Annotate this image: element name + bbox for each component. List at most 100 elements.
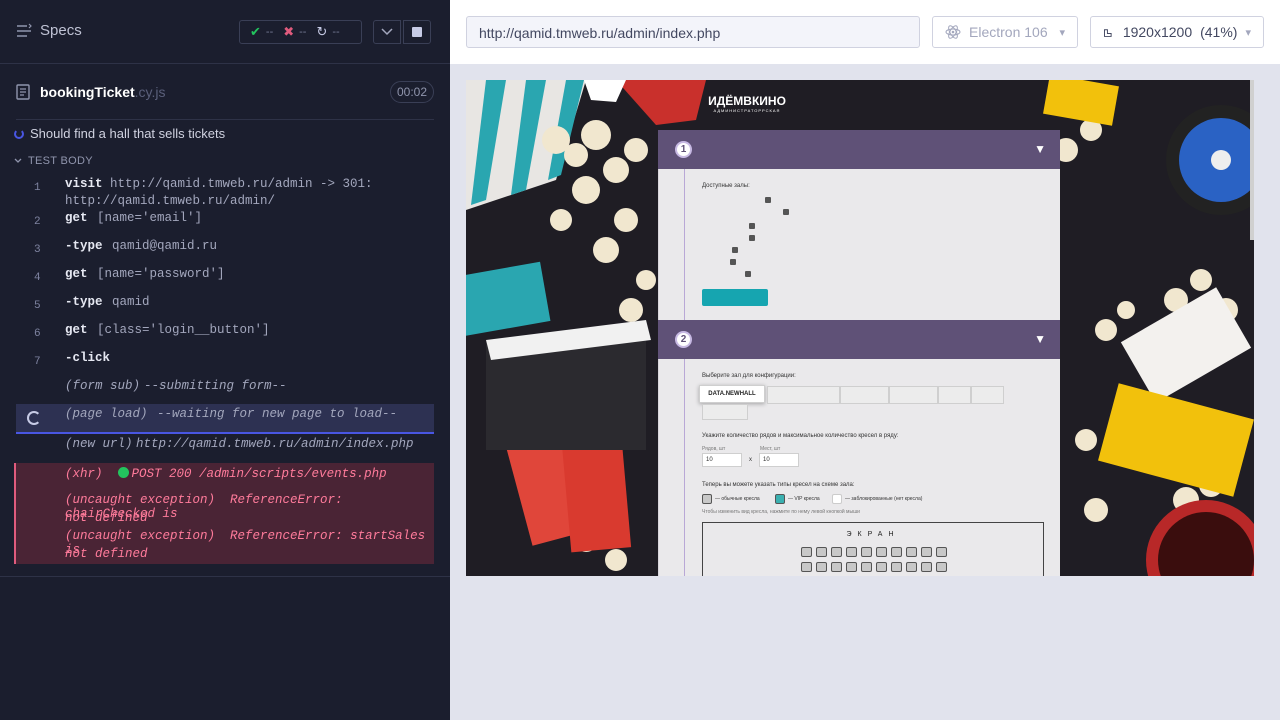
event-name: (new url) [65, 437, 133, 451]
stop-button[interactable] [403, 20, 431, 44]
command-name: -type [65, 295, 103, 309]
seat[interactable] [816, 547, 827, 557]
command-row[interactable]: 6 get [class='login__button'] [14, 320, 434, 348]
loading-spinner-icon [27, 411, 41, 425]
spinner-icon: ↻ [316, 24, 328, 39]
browser-selector[interactable]: Electron 106 ▾ [932, 16, 1078, 48]
command-number: 3 [34, 244, 41, 256]
seat[interactable] [921, 562, 932, 572]
hall-chip[interactable] [702, 404, 748, 420]
duration-badge: 00:02 [389, 81, 434, 103]
command-name: -click [65, 351, 111, 365]
seat[interactable] [831, 562, 842, 572]
seat[interactable] [846, 547, 857, 557]
test-body-label: TEST BODY [28, 155, 93, 167]
preview-toolbar: http://qamid.tmweb.ru/admin/index.php El… [450, 0, 1280, 64]
seat[interactable] [846, 562, 857, 572]
command-row[interactable]: 4 get [name='password'] [14, 264, 434, 292]
rows-instructions: Укажите количество рядов и максимальное … [702, 433, 899, 439]
app-under-test-frame[interactable]: ИДЁМВКИНО АДМИНИСТРАТОРРСКАЯ 1 ▼ Доступн… [466, 80, 1254, 576]
seat[interactable] [891, 547, 902, 557]
seat[interactable] [876, 562, 887, 572]
seat[interactable] [831, 547, 842, 557]
regular-seat-icon [702, 494, 712, 504]
browser-label: Electron 106 [969, 24, 1048, 40]
test-body-toggle[interactable]: TEST BODY [14, 155, 93, 167]
seat[interactable] [876, 547, 887, 557]
status-dot-icon [117, 467, 129, 478]
check-icon: ✔ [250, 24, 261, 39]
seat[interactable] [891, 562, 902, 572]
seats-input[interactable]: 10 [759, 453, 799, 467]
specs-header: Specs ✔ -- ✖ -- ↻ -- [0, 0, 450, 64]
event-row[interactable]: (form sub) --submitting form-- [14, 376, 434, 404]
vip-seat-label: — VIP кресла [788, 496, 820, 502]
hall-chip[interactable] [889, 386, 938, 404]
delete-hall-icon[interactable] [730, 259, 736, 265]
xhr-message: POST 200 /admin/scripts/events.php [131, 467, 387, 481]
hall-chip-active[interactable]: DATA.NEWHALL [699, 385, 765, 403]
delete-hall-icon[interactable] [783, 209, 789, 215]
event-row-pending[interactable]: (page load) --waiting for new page to lo… [16, 404, 434, 434]
rows-field-label: Рядов, шт [702, 446, 726, 452]
seat[interactable] [906, 562, 917, 572]
command-row[interactable]: 1 visit http://qamid.tmweb.ru/admin -> 3… [14, 174, 434, 210]
command-message: qamid [112, 295, 150, 309]
seats-field-label: Мест, шт [760, 446, 781, 452]
event-message: --waiting for new page to load-- [157, 407, 398, 421]
seat[interactable] [936, 547, 947, 557]
hall-chip[interactable] [971, 386, 1004, 404]
hall-chip[interactable] [840, 386, 889, 404]
logo-text: ИДЁМВКИНО [708, 94, 786, 108]
spec-file-row[interactable]: bookingTicket .cy.js 00:02 [16, 80, 434, 104]
section-body: Выберите зал для конфигурации: DATA.NEWH… [658, 359, 1060, 576]
seat[interactable] [861, 562, 872, 572]
hall-chip[interactable] [938, 386, 971, 404]
chevron-down-icon: ▾ [1245, 26, 1251, 39]
command-number: 2 [34, 216, 41, 228]
command-message: http://qamid.tmweb.ru/admin/ [65, 194, 276, 208]
menu-icon [17, 23, 32, 37]
command-row[interactable]: 2 get [name='email'] [14, 208, 434, 236]
seat[interactable] [936, 562, 947, 572]
specs-label: Specs [40, 22, 82, 39]
delete-hall-icon[interactable] [765, 197, 771, 203]
options-button[interactable] [373, 20, 401, 44]
spec-file-ext: .cy.js [134, 84, 166, 100]
test-title-text: Should find a hall that sells tickets [30, 126, 226, 141]
event-row[interactable]: (new url) http://qamid.tmweb.ru/admin/in… [14, 434, 434, 462]
chevron-down-icon [381, 28, 393, 36]
delete-hall-icon[interactable] [732, 247, 738, 253]
seat[interactable] [816, 562, 827, 572]
command-name: get [65, 267, 88, 281]
delete-hall-icon[interactable] [745, 271, 751, 277]
seat[interactable] [861, 547, 872, 557]
section-header[interactable]: 2 ▼ [658, 320, 1060, 359]
seat[interactable] [921, 547, 932, 557]
command-row[interactable]: 3 -type qamid@qamid.ru [14, 236, 434, 264]
running-icon [14, 128, 24, 139]
seat[interactable] [801, 547, 812, 557]
delete-hall-icon[interactable] [749, 223, 755, 229]
xhr-row[interactable]: (xhr) POST 200 /admin/scripts/events.php [65, 467, 387, 481]
command-number: 4 [34, 272, 41, 284]
specs-toggle[interactable]: Specs [16, 22, 82, 39]
command-name: get [65, 323, 88, 337]
seat[interactable] [801, 562, 812, 572]
hall-scheme: ЭКРАН [702, 522, 1044, 576]
create-hall-button[interactable] [702, 289, 768, 306]
rows-input[interactable]: 10 [702, 453, 742, 467]
hall-chip[interactable] [767, 386, 840, 404]
command-row[interactable]: 5 -type qamid [14, 292, 434, 320]
section-header[interactable]: 1 ▼ [658, 130, 1060, 169]
seat[interactable] [906, 547, 917, 557]
command-number: 1 [34, 182, 41, 194]
url-bar[interactable]: http://qamid.tmweb.ru/admin/index.php [466, 16, 920, 48]
delete-hall-icon[interactable] [749, 235, 755, 241]
event-message: --submitting form-- [144, 379, 287, 393]
viewport-info[interactable]: 1920x1200 (41%) ▾ [1090, 16, 1264, 48]
command-row[interactable]: 7 -click [14, 348, 434, 376]
screen-label: ЭКРАН [846, 531, 900, 538]
event-name: (form sub) [65, 379, 141, 393]
test-title[interactable]: Should find a hall that sells tickets [14, 126, 225, 141]
